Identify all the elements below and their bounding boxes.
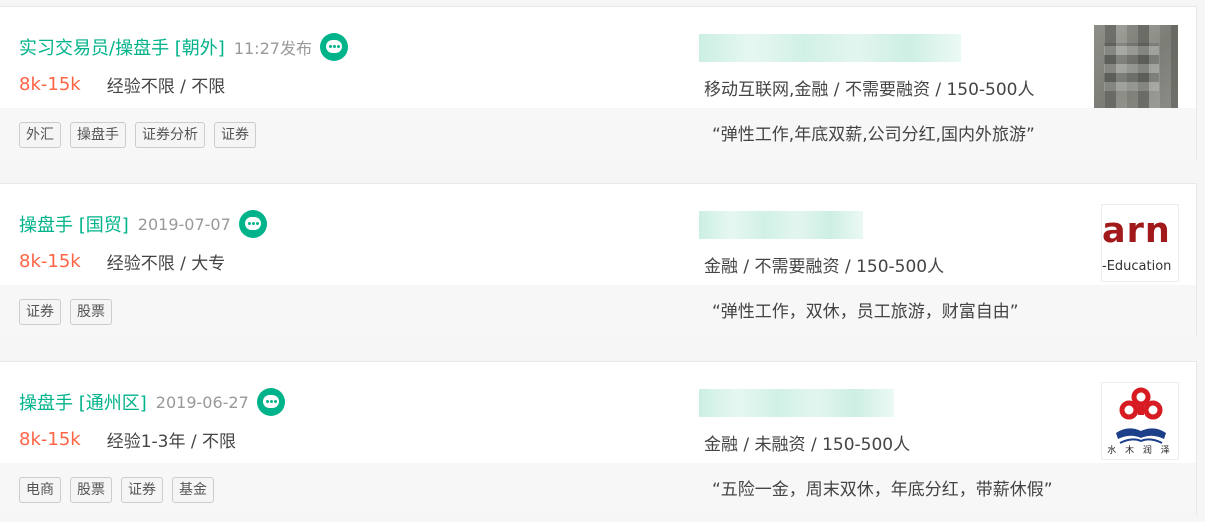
job-requirements: 经验不限 / 大专: [106, 253, 226, 274]
job-meta-row: 8k-15k 经验1-3年 / 不限: [19, 426, 236, 452]
job-card-main: 操盘手 [国贸] 2019-07-07 8k-15k 经验不限 / 大专 金融 …: [0, 184, 1196, 285]
company-name-blurred[interactable]: [699, 34, 961, 62]
job-card-main: 操盘手 [通州区] 2019-06-27 8k-15k 经验1-3年 / 不限 …: [0, 362, 1196, 463]
post-time: 2019-07-07: [137, 214, 231, 234]
logo-subtext: -Education: [1102, 259, 1172, 274]
job-card-footer: 证券 股票 “弹性工作，双休，员工旅游，财富自由”: [0, 285, 1196, 337]
job-meta-row: 8k-15k 经验不限 / 大专: [19, 248, 225, 274]
company-slogan: “弹性工作,年底双薪,公司分红,国内外旅游”: [712, 125, 1035, 145]
chat-bubble-icon[interactable]: [238, 210, 267, 238]
chat-bubble-icon[interactable]: [256, 388, 285, 416]
job-card-footer: 电商 股票 证券 基金 “五险一金，周末双休，年底分红，带薪休假”: [0, 463, 1196, 515]
post-time: 11:27发布: [233, 39, 312, 58]
tag[interactable]: 基金: [172, 477, 214, 503]
company-name-blurred[interactable]: [699, 211, 863, 239]
company-industry: 移动互联网,金融 / 不需要融资 / 150-500人: [704, 80, 1035, 100]
job-title-link[interactable]: 实习交易员/操盘手 [朝外]: [19, 34, 225, 60]
job-requirements: 经验不限 / 不限: [106, 76, 226, 97]
tag[interactable]: 外汇: [19, 122, 61, 148]
job-card[interactable]: 操盘手 [国贸] 2019-07-07 8k-15k 经验不限 / 大专 金融 …: [0, 183, 1197, 337]
tag[interactable]: 股票: [70, 477, 112, 503]
company-logo[interactable]: [1094, 25, 1178, 121]
job-card[interactable]: 操盘手 [通州区] 2019-06-27 8k-15k 经验1-3年 / 不限 …: [0, 361, 1197, 515]
job-title-row: 操盘手 [国贸] 2019-07-07: [19, 210, 267, 238]
job-title-link[interactable]: 操盘手 [国贸]: [19, 211, 129, 237]
tag-list: 证券 股票: [19, 299, 112, 325]
tag[interactable]: 证券: [121, 477, 163, 503]
company-industry: 金融 / 不需要融资 / 150-500人: [704, 257, 945, 277]
job-title-row: 实习交易员/操盘手 [朝外] 11:27发布: [19, 33, 348, 61]
company-name-blurred[interactable]: [699, 389, 894, 417]
tag[interactable]: 证券: [214, 122, 256, 148]
post-time: 2019-06-27: [155, 392, 249, 412]
tag[interactable]: 股票: [70, 299, 112, 325]
tag[interactable]: 证券: [19, 299, 61, 325]
job-title-row: 操盘手 [通州区] 2019-06-27: [19, 388, 285, 416]
logo-caption: 水 木 润 泽: [1107, 446, 1173, 456]
job-card-main: 实习交易员/操盘手 [朝外] 11:27发布 8k-15k 经验不限 / 不限 …: [0, 7, 1196, 121]
logo-wordmark: arn: [1102, 211, 1171, 251]
company-slogan: “弹性工作，双休，员工旅游，财富自由”: [712, 302, 1019, 322]
company-logo[interactable]: 水 木 润 泽: [1101, 382, 1179, 460]
salary: 8k-15k: [19, 73, 81, 95]
chat-bubble-icon[interactable]: [319, 33, 348, 61]
tag[interactable]: 证券分析: [135, 122, 205, 148]
company-industry: 金融 / 未融资 / 150-500人: [704, 435, 911, 455]
tag-list: 外汇 操盘手 证券分析 证券: [19, 122, 256, 148]
tag[interactable]: 电商: [19, 477, 61, 503]
job-title-link[interactable]: 操盘手 [通州区]: [19, 389, 147, 415]
job-card[interactable]: 实习交易员/操盘手 [朝外] 11:27发布 8k-15k 经验不限 / 不限 …: [0, 6, 1197, 160]
tag-list: 电商 股票 证券 基金: [19, 477, 214, 503]
tag[interactable]: 操盘手: [70, 122, 126, 148]
job-card-footer: 外汇 操盘手 证券分析 证券 “弹性工作,年底双薪,公司分红,国内外旅游”: [0, 108, 1196, 160]
salary: 8k-15k: [19, 428, 81, 450]
job-requirements: 经验1-3年 / 不限: [106, 431, 237, 452]
company-logo[interactable]: arn -Education: [1101, 204, 1179, 282]
company-slogan: “五险一金，周末双休，年底分红，带薪休假”: [712, 480, 1053, 500]
salary: 8k-15k: [19, 250, 81, 272]
job-meta-row: 8k-15k 经验不限 / 不限: [19, 71, 225, 97]
